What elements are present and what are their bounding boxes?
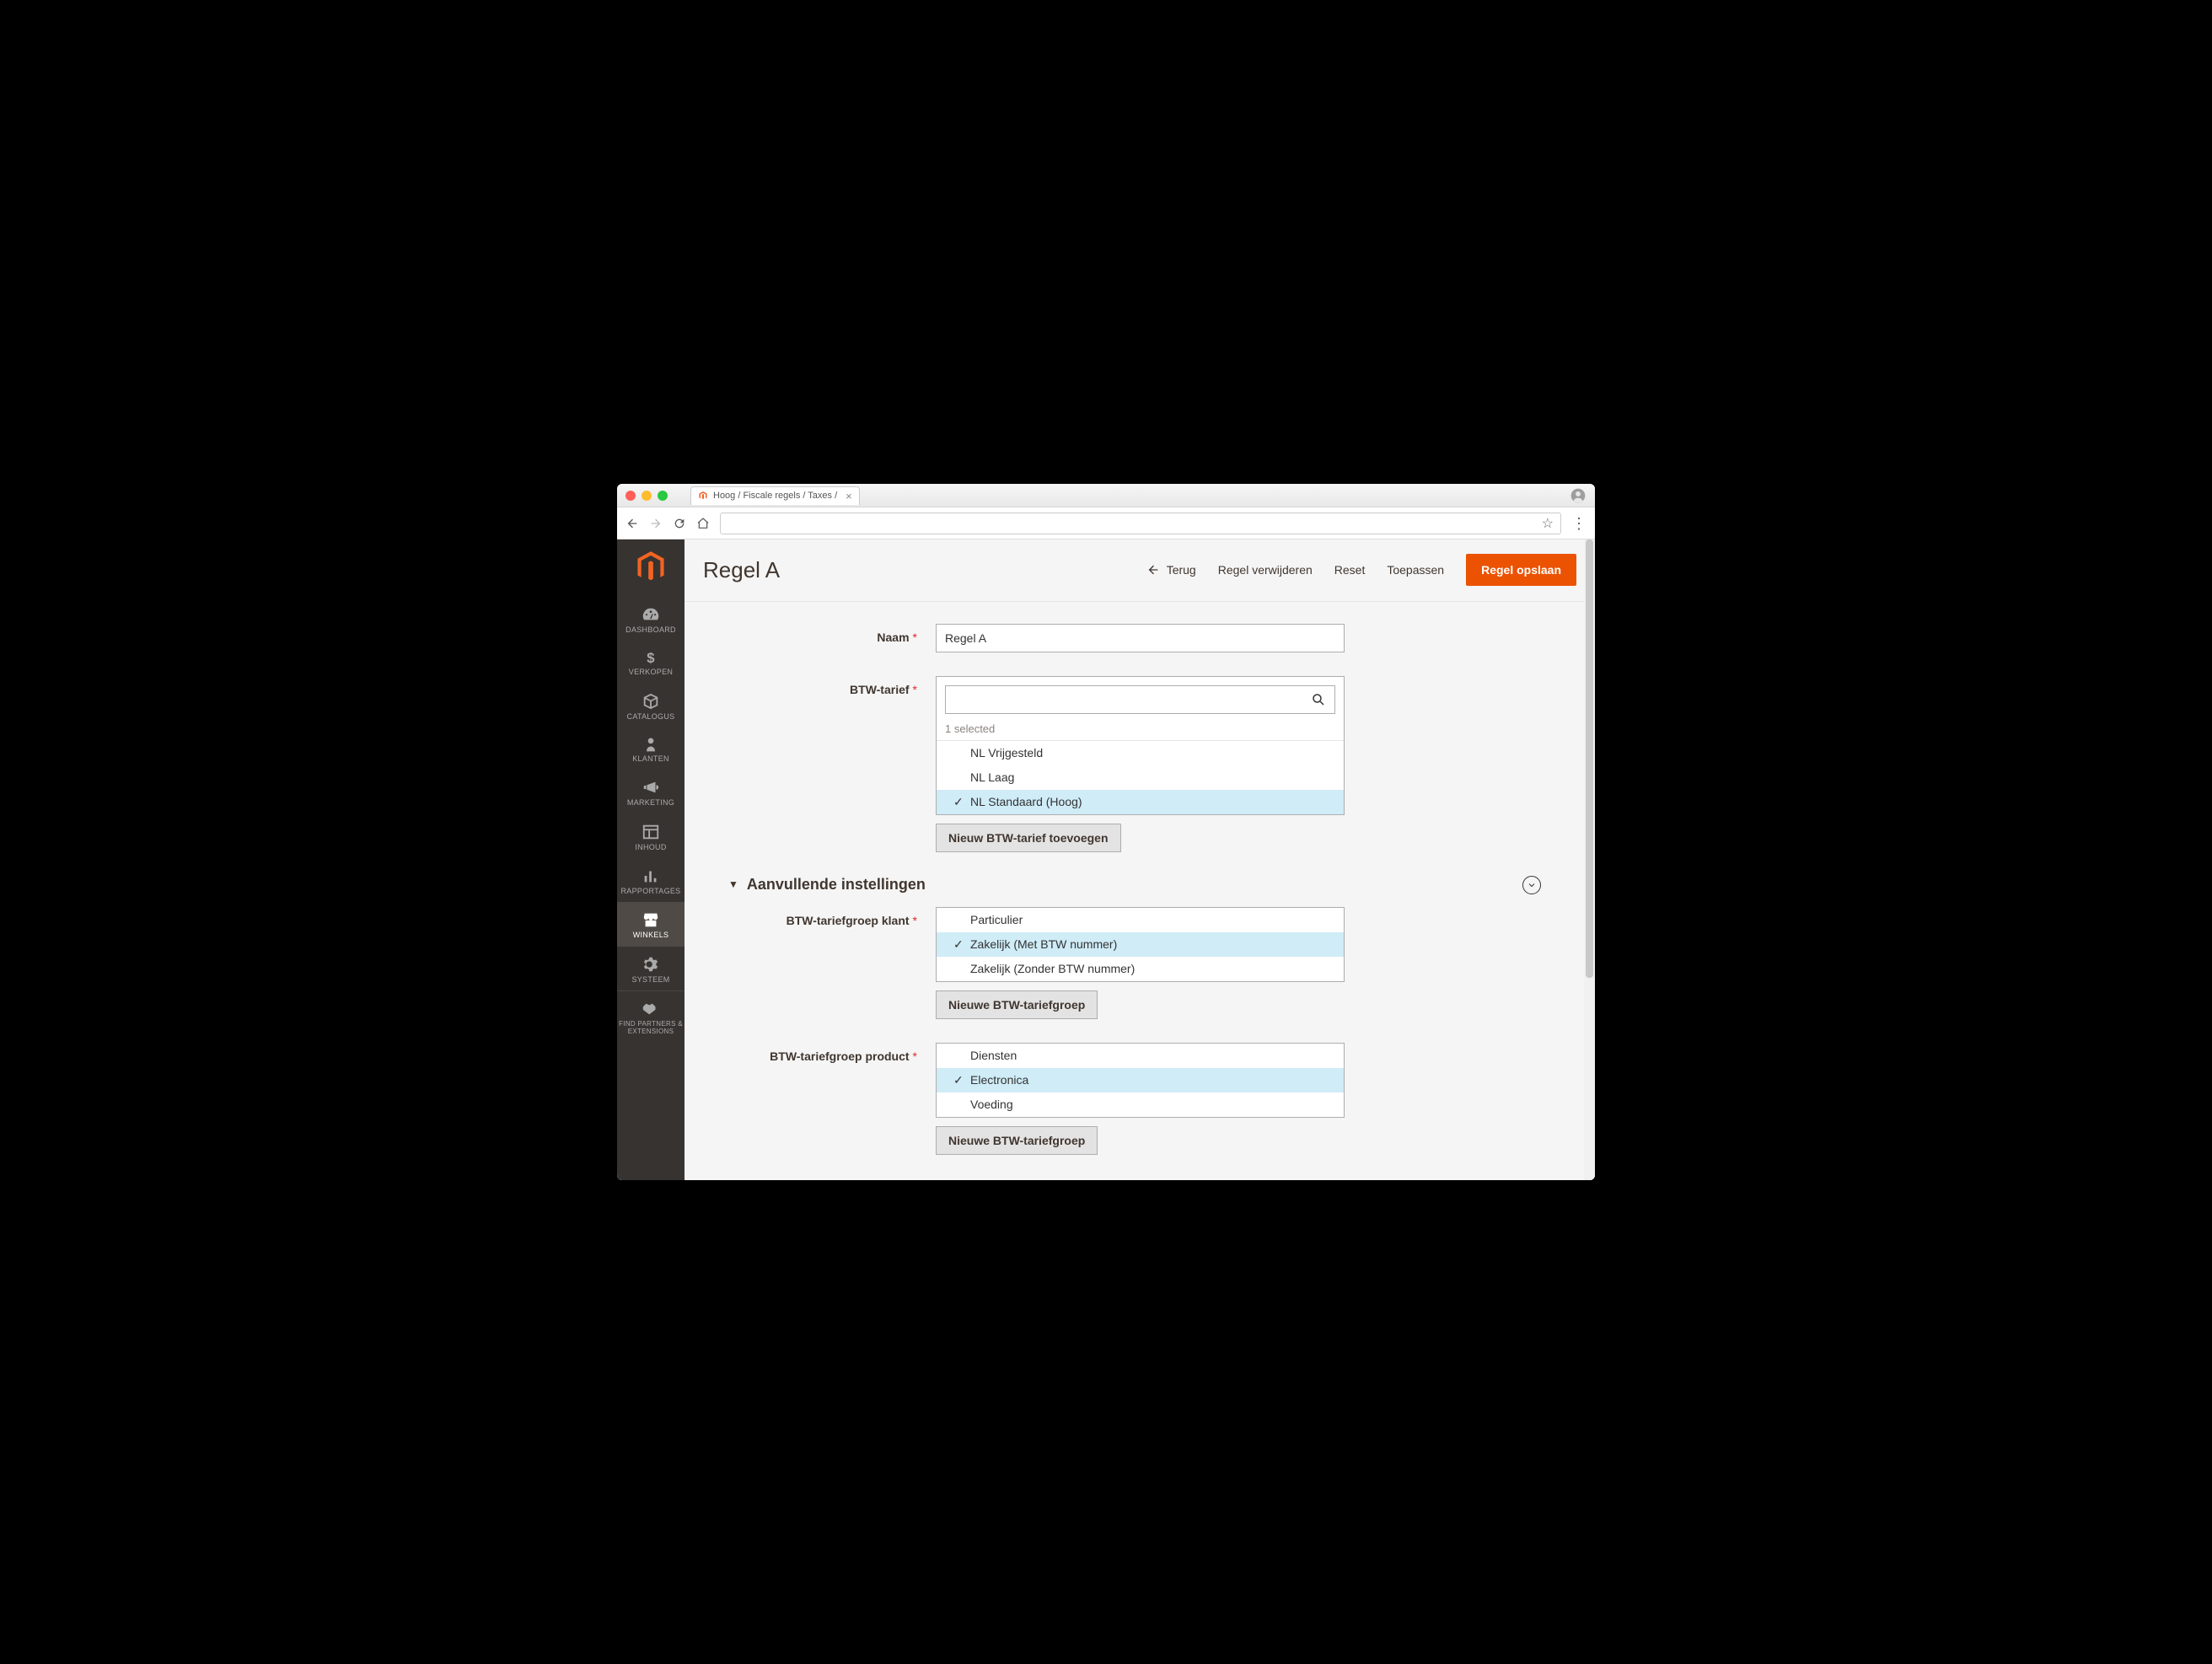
product-group-label: BTW-tariefgroep product* <box>715 1043 917 1063</box>
add-tax-rate-button[interactable]: Nieuw BTW-tarief toevoegen <box>936 824 1121 852</box>
back-icon[interactable] <box>625 517 639 530</box>
collapse-all-icon[interactable] <box>1522 876 1541 894</box>
sidebar-item-customers[interactable]: KLANTEN <box>617 727 685 770</box>
tax-rate-label: BTW-tarief* <box>715 676 917 696</box>
check-icon: ✓ <box>953 795 965 809</box>
tax-rate-multiselect: 1 selected ✓NL Vrijgesteld ✓NL Laag ✓NL … <box>936 676 1345 815</box>
gear-icon <box>642 955 660 974</box>
browser-menu-icon[interactable]: ⋮ <box>1571 516 1587 531</box>
bookmark-star-icon[interactable]: ☆ <box>1542 515 1554 532</box>
sidebar-item-reports[interactable]: RAPPORTAGES <box>617 858 685 902</box>
section-title: Aanvullende instellingen <box>747 876 926 894</box>
browser-tab-title: Hoog / Fiscale regels / Taxes / <box>713 491 837 501</box>
sidebar-item-system[interactable]: SYSTEEM <box>617 947 685 990</box>
bars-icon <box>642 867 660 885</box>
window-titlebar: Hoog / Fiscale regels / Taxes / × <box>617 484 1595 507</box>
product-group-multiselect: ✓Diensten ✓Electronica ✓Voeding <box>936 1043 1345 1118</box>
dashboard-gauge-icon <box>642 605 660 624</box>
store-icon <box>642 910 660 929</box>
sidebar-item-content[interactable]: INHOUD <box>617 814 685 858</box>
additional-settings-toggle[interactable]: ▼ Aanvullende instellingen <box>728 876 1565 894</box>
tax-rate-option[interactable]: ✓NL Vrijgesteld <box>937 741 1344 765</box>
window-maximize-button[interactable] <box>658 491 668 501</box>
customer-group-option[interactable]: ✓Zakelijk (Zonder BTW nummer) <box>937 957 1344 981</box>
scrollbar-thumb[interactable] <box>1586 539 1593 978</box>
customer-group-multiselect: ✓Particulier ✓Zakelijk (Met BTW nummer) … <box>936 907 1345 982</box>
product-group-option[interactable]: ✓Voeding <box>937 1092 1344 1117</box>
sidebar-item-partners[interactable]: FIND PARTNERS & EXTENSIONS <box>617 990 685 1042</box>
reset-button[interactable]: Reset <box>1334 563 1366 577</box>
check-icon: ✓ <box>953 937 965 952</box>
name-input[interactable] <box>936 624 1345 652</box>
sidebar-item-stores[interactable]: WINKELS <box>617 902 685 946</box>
magento-logo-icon[interactable] <box>617 539 685 597</box>
home-icon[interactable] <box>696 517 710 530</box>
check-icon: ✓ <box>953 1073 965 1087</box>
sidebar-item-sales[interactable]: $ VERKOPEN <box>617 641 685 683</box>
save-rule-button[interactable]: Regel opslaan <box>1466 554 1576 586</box>
form-area: Naam* BTW-tarief* <box>685 602 1595 1180</box>
sidebar-item-catalog[interactable]: CATALOGUS <box>617 684 685 727</box>
sidebar-item-marketing[interactable]: MARKETING <box>617 770 685 813</box>
svg-text:$: $ <box>647 650 655 666</box>
app-shell: DASHBOARD $ VERKOPEN CATALOGUS KLANTEN M… <box>617 539 1595 1180</box>
tax-rate-search[interactable] <box>945 685 1335 714</box>
dollar-icon: $ <box>642 649 659 666</box>
reload-icon[interactable] <box>673 517 686 530</box>
close-tab-icon[interactable]: × <box>846 490 852 502</box>
window-minimize-button[interactable] <box>642 491 652 501</box>
tax-rate-search-input[interactable] <box>954 693 1311 706</box>
window-close-button[interactable] <box>625 491 636 501</box>
forward-icon <box>649 517 663 530</box>
product-group-option[interactable]: ✓Diensten <box>937 1044 1344 1068</box>
admin-sidebar: DASHBOARD $ VERKOPEN CATALOGUS KLANTEN M… <box>617 539 685 1180</box>
browser-navbar: ☆ ⋮ <box>617 507 1595 539</box>
search-icon[interactable] <box>1311 692 1326 707</box>
delete-rule-button[interactable]: Regel verwijderen <box>1218 563 1313 577</box>
person-icon <box>642 736 659 753</box>
sidebar-item-dashboard[interactable]: DASHBOARD <box>617 597 685 641</box>
tax-rate-option[interactable]: ✓NL Standaard (Hoog) <box>937 790 1344 814</box>
handshake-icon <box>642 1000 660 1018</box>
box-icon <box>642 692 660 711</box>
page-header: Regel A Terug Regel verwijderen Reset To… <box>685 539 1595 602</box>
back-button[interactable]: Terug <box>1146 563 1196 577</box>
customer-group-option[interactable]: ✓Particulier <box>937 908 1344 932</box>
name-label: Naam* <box>715 624 917 644</box>
arrow-left-icon <box>1146 563 1160 577</box>
tax-rate-selected-count: 1 selected <box>937 722 1344 740</box>
customer-group-label: BTW-tariefgroep klant* <box>715 907 917 927</box>
triangle-down-icon: ▼ <box>728 878 738 890</box>
tax-rate-option[interactable]: ✓NL Laag <box>937 765 1344 790</box>
browser-window: Hoog / Fiscale regels / Taxes / × ☆ ⋮ DA… <box>617 484 1595 1180</box>
url-bar[interactable]: ☆ <box>720 513 1561 534</box>
vertical-scrollbar[interactable] <box>1584 539 1595 1180</box>
layout-icon <box>642 823 660 841</box>
add-product-group-button[interactable]: Nieuwe BTW-tariefgroep <box>936 1126 1098 1155</box>
megaphone-icon <box>642 778 660 797</box>
magento-favicon-icon <box>698 491 708 501</box>
customer-group-option[interactable]: ✓Zakelijk (Met BTW nummer) <box>937 932 1344 957</box>
page-title: Regel A <box>703 557 780 583</box>
profile-avatar-icon[interactable] <box>1570 487 1587 504</box>
add-customer-group-button[interactable]: Nieuwe BTW-tariefgroep <box>936 990 1098 1019</box>
apply-button[interactable]: Toepassen <box>1387 563 1444 577</box>
browser-tab[interactable]: Hoog / Fiscale regels / Taxes / × <box>690 486 860 505</box>
product-group-option[interactable]: ✓Electronica <box>937 1068 1344 1092</box>
